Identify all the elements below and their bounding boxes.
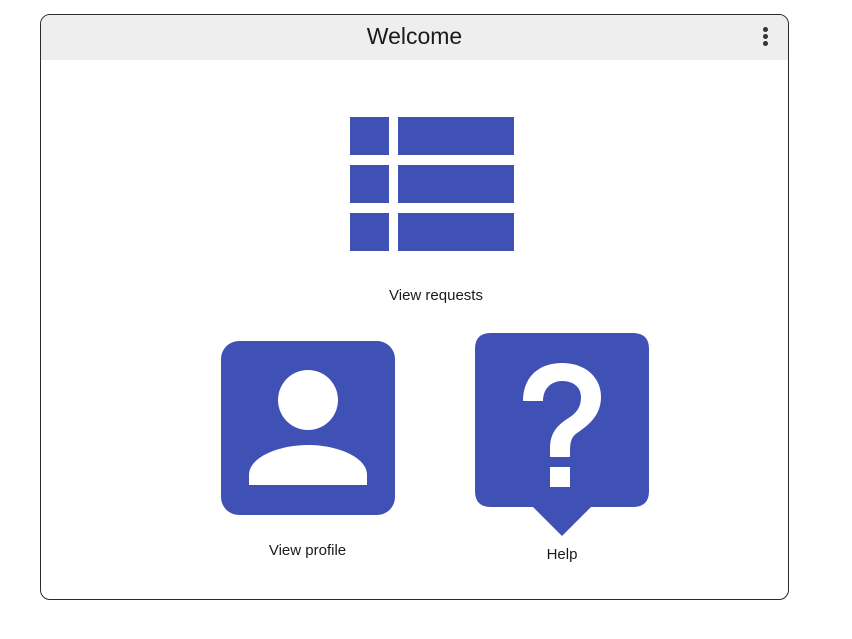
account-box-icon [221, 341, 395, 515]
app-window: Welcome View requests View profile Help [40, 14, 789, 600]
view-profile-button[interactable]: View profile [211, 341, 404, 566]
more-options-button[interactable] [760, 27, 770, 49]
more-vert-icon [760, 27, 770, 46]
list-table-icon [350, 117, 514, 251]
title-bar: Welcome [41, 15, 788, 60]
view-requests-label: View requests [389, 287, 483, 304]
page-title: Welcome [366, 23, 463, 49]
help-button[interactable]: Help [465, 333, 659, 568]
help-speech-bubble-icon [475, 333, 649, 536]
view-profile-label: View profile [268, 542, 347, 559]
view-requests-button[interactable]: View requests [331, 115, 541, 310]
help-label: Help [546, 546, 578, 563]
